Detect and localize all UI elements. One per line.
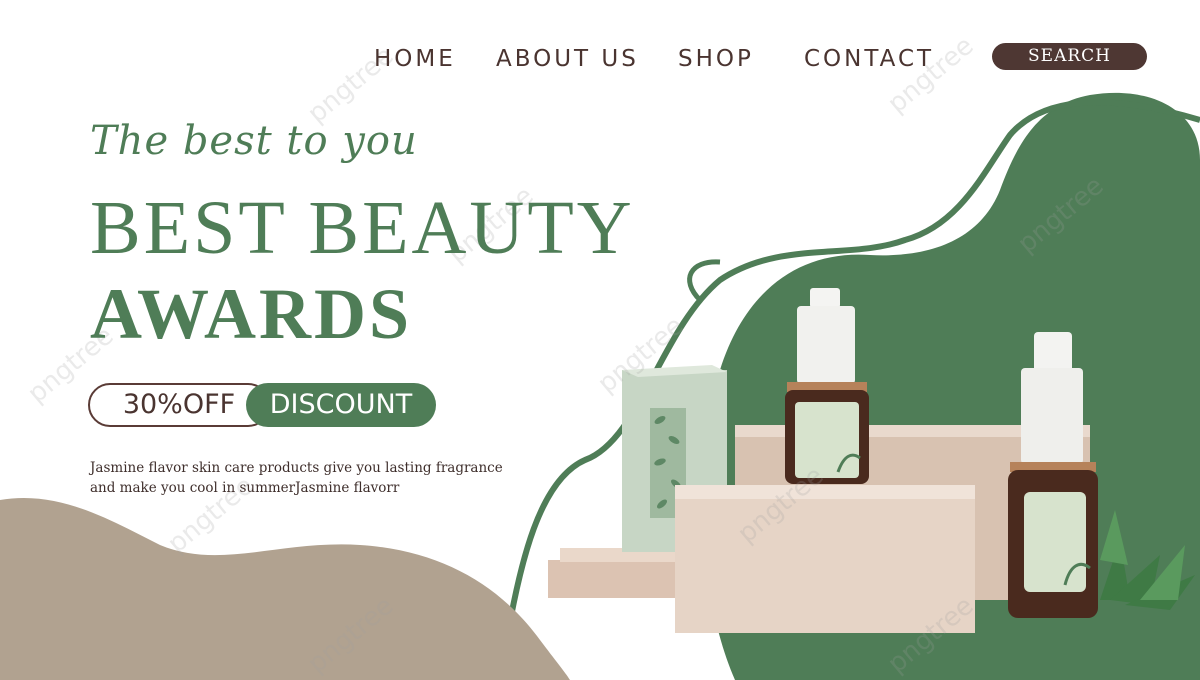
- discount-percent: 30%OFF: [88, 383, 270, 427]
- front-platform: [675, 485, 975, 633]
- nav-about-link[interactable]: ABOUT US: [496, 46, 639, 72]
- hero-description: Jasmine flavor skin care products give y…: [90, 460, 503, 496]
- nav-home-link[interactable]: HOME: [374, 46, 456, 72]
- nav-contact-link[interactable]: CONTACT: [804, 46, 934, 72]
- small-platform: [548, 560, 688, 598]
- hero-tagline: The best to you: [90, 118, 418, 164]
- hero-title-line2: AWARDS: [90, 274, 413, 354]
- discount-label: DISCOUNT: [246, 383, 436, 427]
- taupe-wave: [0, 498, 570, 680]
- nav-shop-link[interactable]: SHOP: [678, 46, 754, 72]
- hero-title-line1: BEST BEAUTY: [90, 186, 635, 270]
- search-button[interactable]: SEARCH: [992, 43, 1147, 70]
